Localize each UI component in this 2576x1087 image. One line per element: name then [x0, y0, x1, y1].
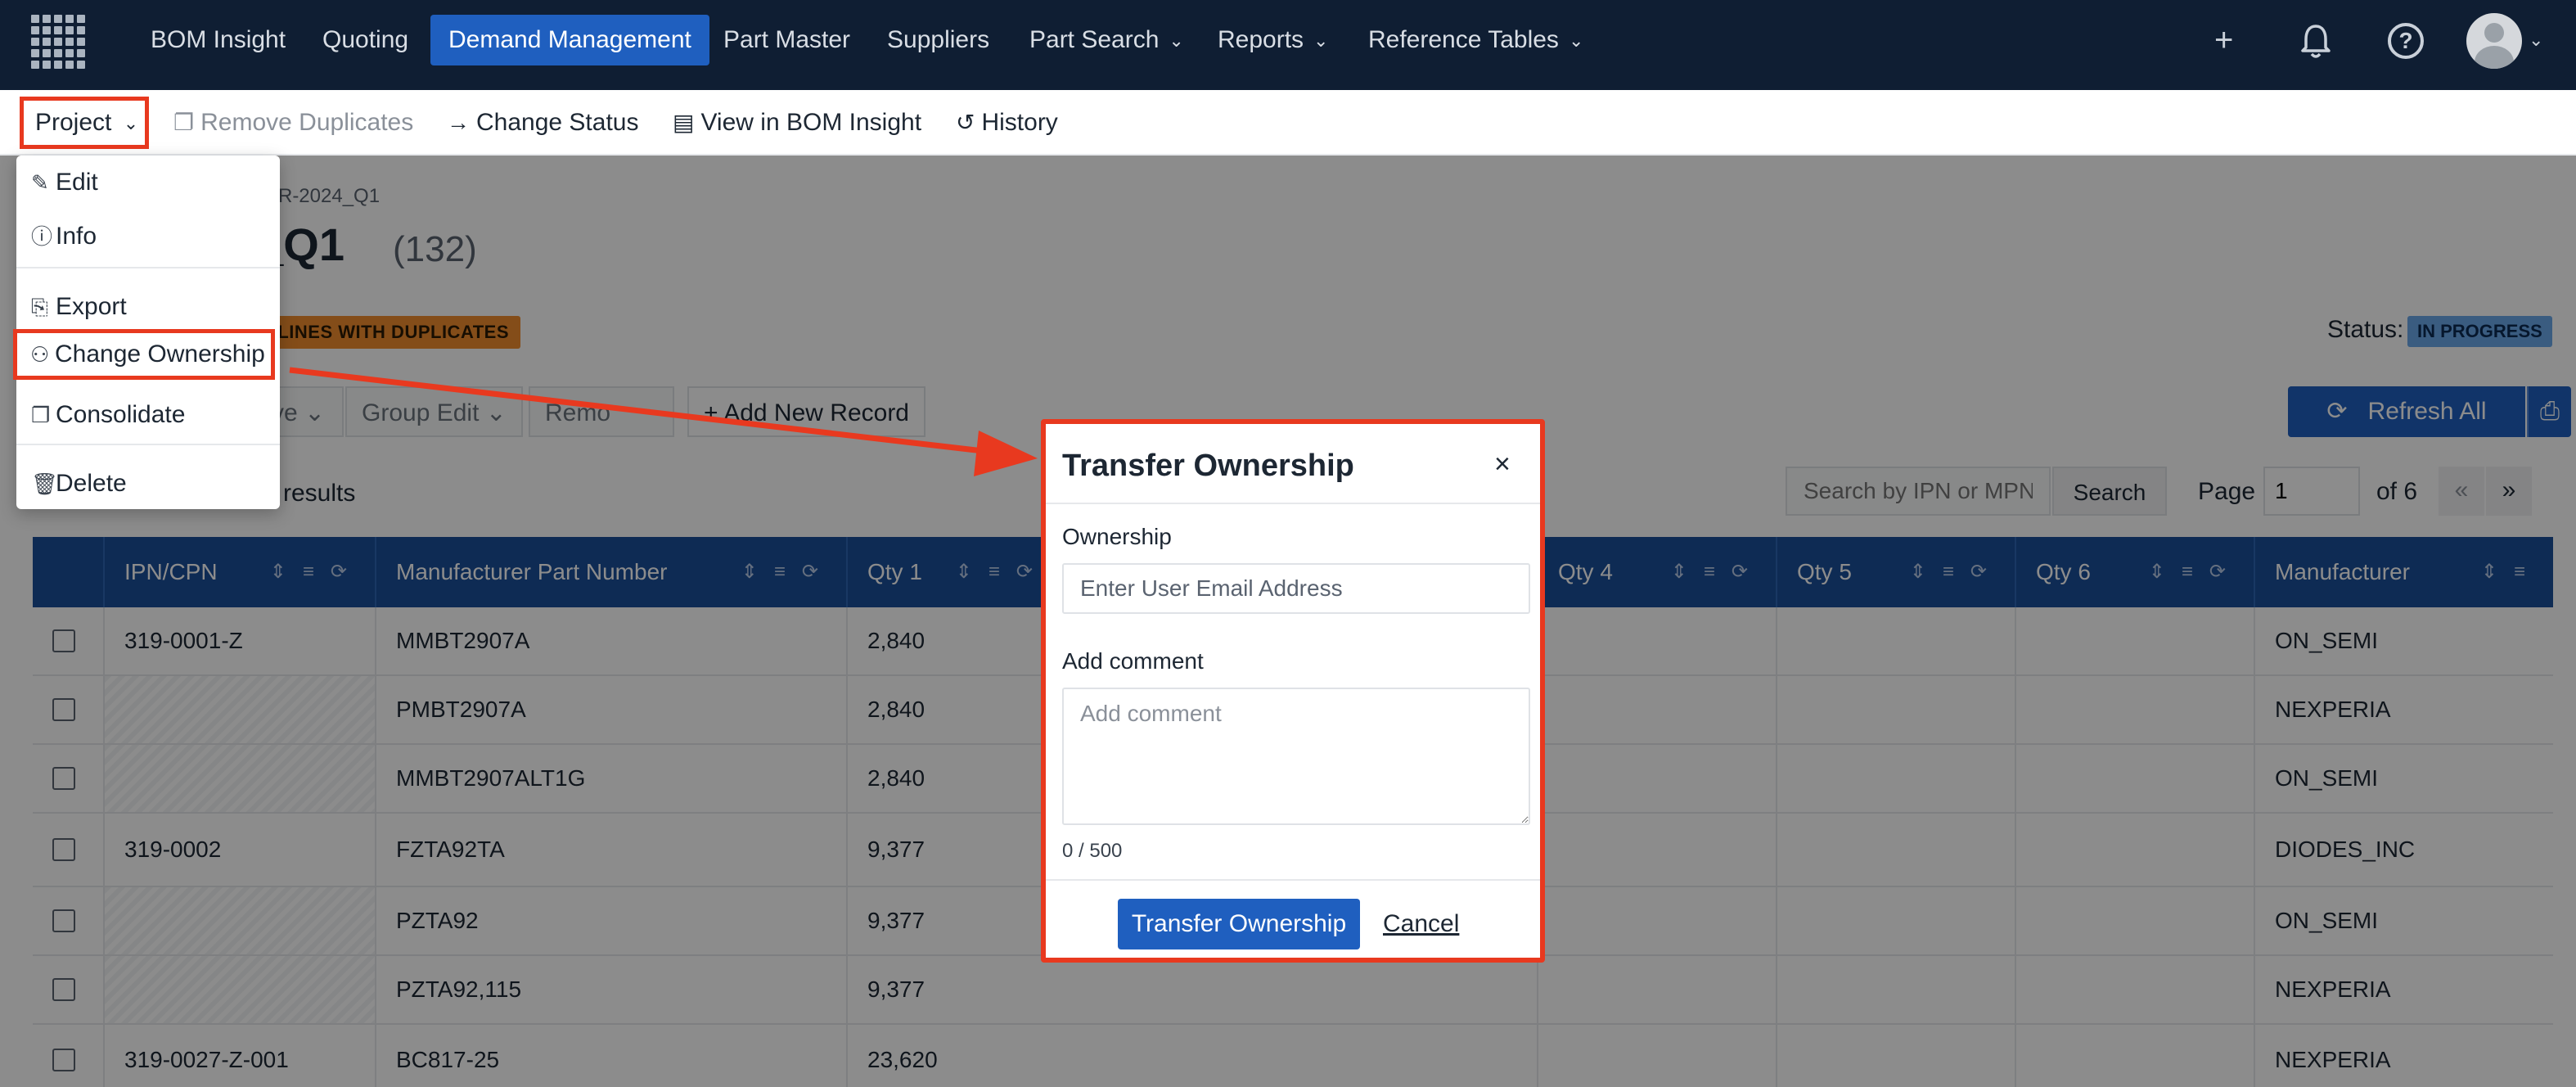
- top-navigation: BOM Insight Quoting Demand Management Pa…: [0, 0, 2576, 90]
- comment-textarea[interactable]: [1062, 688, 1530, 825]
- avatar[interactable]: [2466, 13, 2522, 69]
- menu-item-edit[interactable]: ✎ Edit: [16, 157, 280, 208]
- trash-icon: 🗑: [31, 471, 59, 496]
- modal-divider: [1046, 879, 1540, 881]
- app-grid-logo-icon[interactable]: [31, 15, 85, 69]
- menu-item-change-ownership[interactable]: ⚇ Change Ownership: [13, 329, 275, 380]
- transfer-ownership-button[interactable]: Transfer Ownership: [1118, 899, 1360, 949]
- copy-icon: ❐: [31, 403, 51, 427]
- copy-icon: ❐: [173, 110, 195, 135]
- project-dropdown-menu: ✎ Edit ⓘ Info ⎘ Export ⚇ Change Ownership ❐ C…: [13, 156, 280, 509]
- nav-bom-insight[interactable]: BOM Insight: [133, 15, 304, 65]
- project-menu-button[interactable]: Project ⌄: [20, 97, 149, 149]
- nav-reference-tables[interactable]: Reference Tables ⌄: [1350, 15, 1601, 65]
- menu-item-info[interactable]: ⓘ Info: [16, 211, 280, 262]
- chevron-down-icon: ⌄: [1313, 30, 1329, 52]
- nav-reports[interactable]: Reports ⌄: [1200, 15, 1346, 65]
- history-icon: ↺: [956, 110, 975, 135]
- modal-divider: [1046, 503, 1540, 504]
- ownership-label: Ownership: [1062, 524, 1172, 549]
- info-icon: ⓘ: [31, 224, 53, 249]
- nav-demand-management[interactable]: Demand Management: [430, 15, 709, 65]
- file-export-icon: ⎘: [31, 295, 48, 319]
- menu-item-consolidate[interactable]: ❐ Consolidate: [16, 390, 280, 440]
- menu-divider: [16, 444, 280, 445]
- help-icon[interactable]: ?: [2388, 23, 2424, 59]
- view-in-bom-insight-button[interactable]: ▤ View in BOM Insight: [673, 101, 921, 144]
- project-toolbar: Project ⌄ ❐ Remove Duplicates → Change Sta…: [0, 90, 2576, 156]
- transfer-ownership-modal: Transfer Ownership × Ownership Add comme…: [1041, 419, 1545, 963]
- nav-part-search[interactable]: Part Search ⌄: [1011, 15, 1202, 65]
- plus-icon[interactable]: +: [2214, 20, 2233, 61]
- chevron-down-icon: ⌄: [123, 113, 139, 134]
- modal-title: Transfer Ownership: [1062, 449, 1354, 483]
- pencil-icon: ✎: [31, 170, 49, 195]
- user-edit-icon: ⚇: [30, 342, 50, 367]
- change-status-button[interactable]: → Change Status: [447, 101, 638, 144]
- close-icon[interactable]: ×: [1494, 449, 1511, 480]
- cancel-button[interactable]: Cancel: [1383, 910, 1459, 938]
- chevron-down-icon[interactable]: ⌄: [2529, 29, 2543, 51]
- menu-item-export[interactable]: ⎘ Export: [16, 282, 280, 332]
- remove-duplicates-button[interactable]: ❐ Remove Duplicates: [173, 101, 413, 144]
- chevron-down-icon: ⌄: [1568, 30, 1584, 52]
- character-counter: 0 / 500: [1062, 840, 1123, 862]
- menu-item-delete[interactable]: 🗑Delete: [16, 458, 280, 509]
- history-button[interactable]: ↺ History: [956, 101, 1058, 144]
- bom-icon: ▤: [673, 110, 695, 135]
- nav-part-master[interactable]: Part Master: [705, 15, 868, 65]
- arrow-right-icon: →: [447, 110, 470, 135]
- chevron-down-icon: ⌄: [1169, 30, 1184, 52]
- comment-label: Add comment: [1062, 648, 1204, 674]
- menu-divider: [16, 267, 280, 268]
- bell-icon[interactable]: [2299, 23, 2332, 69]
- user-email-input[interactable]: [1062, 563, 1530, 614]
- nav-quoting[interactable]: Quoting: [304, 15, 426, 65]
- nav-suppliers[interactable]: Suppliers: [869, 15, 1007, 65]
